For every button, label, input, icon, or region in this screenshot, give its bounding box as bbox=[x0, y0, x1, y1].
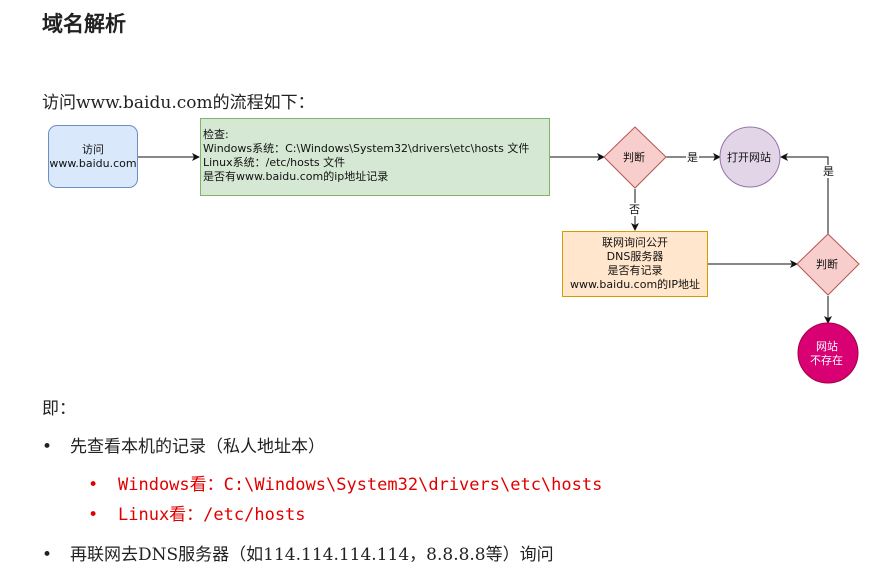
dns-box-line: DNS服务器 bbox=[606, 250, 664, 263]
yes1-label: 是 bbox=[686, 151, 699, 164]
check-box-line: 检查: bbox=[203, 128, 229, 141]
summary-heading: 即： bbox=[42, 399, 76, 419]
check-box-line: Windows系统：C:\Windows\System32\drivers\et… bbox=[203, 142, 530, 155]
bullet-text: Linux看：/etc/hosts bbox=[118, 505, 306, 525]
dns-query-box: 联网询问公开 DNS服务器 是否有记录 www.baidu.com的IP地址 bbox=[562, 231, 708, 297]
sub-bullet-linux: • Linux看：/etc/hosts bbox=[88, 500, 306, 525]
visit-box-line: 访问 bbox=[82, 142, 104, 156]
not-exist-label-line2: 不存在 bbox=[810, 354, 843, 367]
open-site-label: 打开网站 bbox=[727, 151, 771, 164]
check-hosts-box: 检查: Windows系统：C:\Windows\System32\driver… bbox=[200, 118, 550, 196]
dns-box-line: www.baidu.com的IP地址 bbox=[569, 278, 701, 291]
bullet-dot-icon: • bbox=[88, 475, 99, 495]
bullet-dot-icon: • bbox=[42, 437, 53, 457]
decision1-label: 判断 bbox=[623, 151, 645, 164]
flow-diagram bbox=[138, 126, 860, 384]
bullet-text: 先查看本机的记录（私人地址本） bbox=[70, 437, 325, 457]
sub-bullet-windows: • Windows看：C:\Windows\System32\drivers\et… bbox=[88, 470, 602, 495]
visit-box: 访问 www.baidu.com bbox=[48, 125, 138, 188]
bullet-local-records: • 先查看本机的记录（私人地址本） bbox=[42, 432, 325, 457]
bullet-dot-icon: • bbox=[42, 545, 53, 565]
not-exist-circle bbox=[797, 322, 859, 384]
dns-box-line: 联网询问公开 bbox=[602, 236, 668, 249]
dns-box-line: 是否有记录 bbox=[607, 264, 663, 277]
arrow-decision2-to-open bbox=[780, 153, 829, 234]
no1-label: 否 bbox=[628, 203, 641, 216]
bullet-dns-query: • 再联网去DNS服务器（如114.114.114.114，8.8.8.8等）询问 bbox=[42, 540, 554, 565]
check-box-line: 是否有www.baidu.com的ip地址记录 bbox=[203, 170, 389, 183]
check-box-line: Linux系统：/etc/hosts 文件 bbox=[203, 156, 346, 169]
bullet-text: 再联网去DNS服务器（如114.114.114.114，8.8.8.8等）询问 bbox=[70, 545, 554, 565]
bullet-text: Windows看：C:\Windows\System32\drivers\etc… bbox=[118, 475, 603, 495]
bullet-dot-icon: • bbox=[88, 505, 99, 525]
not-exist-label-line1: 网站 bbox=[816, 340, 838, 353]
visit-box-line: www.baidu.com bbox=[49, 156, 137, 170]
decision2-label: 判断 bbox=[816, 258, 838, 271]
yes2-label: 是 bbox=[822, 165, 835, 178]
